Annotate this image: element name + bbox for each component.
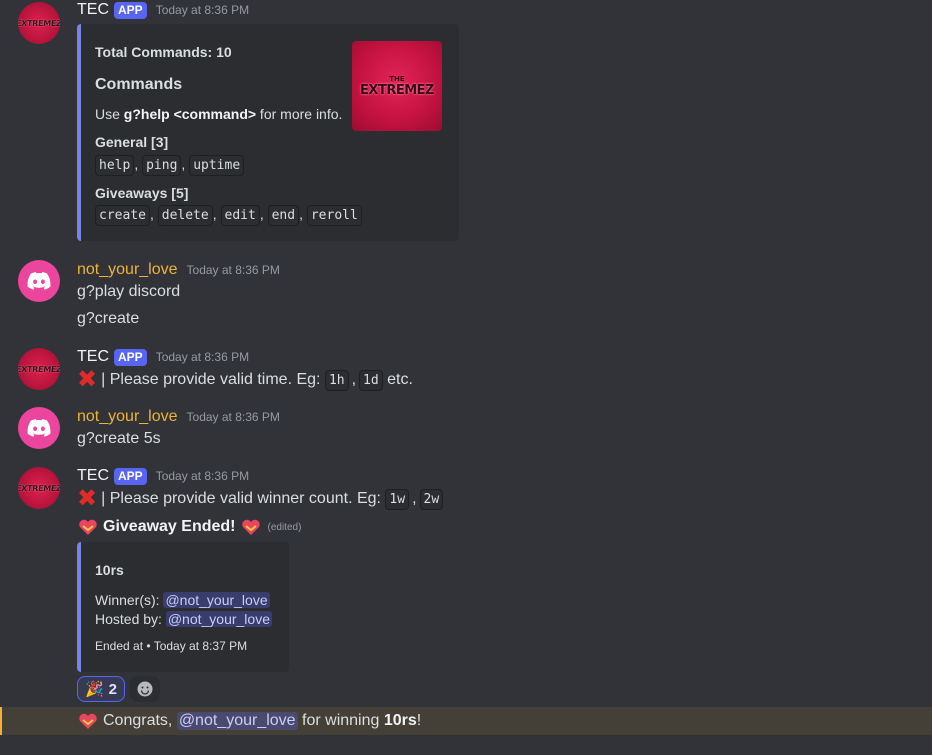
add-reaction-button[interactable] <box>130 676 160 702</box>
app-badge: APP <box>114 467 147 485</box>
cmd-code: delete <box>157 205 213 226</box>
congrats-end: ! <box>416 712 422 729</box>
user-avatar[interactable] <box>18 260 60 302</box>
winner-mention[interactable]: @not_your_love <box>163 592 270 608</box>
tail-text: etc. <box>382 371 413 388</box>
message-tec-giveaway: EXTREMEZ TEC APP Today at 8:36 PM ✖ | Pl… <box>0 465 932 735</box>
general-title: General [3] <box>95 134 169 150</box>
discord-logo-icon <box>27 272 51 290</box>
help-embed: Total Commands: 10 Commands Use g?help <… <box>77 24 459 241</box>
message-user-1: not_your_love Today at 8:36 PM g?play di… <box>0 255 932 335</box>
prize: 10rs <box>95 562 124 578</box>
message-tec-help: EXTREMEZ TEC APP Today at 8:36 PM Total … <box>0 0 932 245</box>
giveaway-commands: create, delete, edit, end, reroll <box>95 205 362 226</box>
hosted-line: Hosted by: @not_your_love <box>95 611 272 627</box>
message-header: not_your_love Today at 8:36 PM <box>77 407 280 427</box>
bot-avatar[interactable]: EXTREMEZ <box>18 467 60 509</box>
congrats-mention[interactable]: @not_your_love <box>176 712 298 730</box>
total-commands: Total Commands: 10 <box>95 44 232 60</box>
embed-footer: Ended at • Today at 8:37 PM <box>95 639 248 653</box>
cmd-code: create <box>95 205 150 226</box>
giveaway-ended-line: Giveaway Ended! (edited) <box>77 517 301 537</box>
help-command: g?help <command> <box>123 106 257 122</box>
party-popper-icon: 🎉 <box>84 681 104 698</box>
error-text: | Please provide valid winner count. Eg: <box>101 490 386 507</box>
heart-with-ribbon-icon <box>240 517 262 537</box>
cmd-code: ping <box>142 155 182 176</box>
heart-with-ribbon-icon <box>77 711 99 731</box>
giveaway-embed: 10rs Winner(s): @not_your_love Hosted by… <box>77 542 289 672</box>
embed-title: Commands <box>95 76 183 93</box>
cmd-code: reroll <box>306 205 362 226</box>
cmd-code: edit <box>220 205 260 226</box>
bot-avatar[interactable]: EXTREMEZ <box>18 348 60 390</box>
heart-with-ribbon-icon <box>77 517 99 537</box>
example-code: 1h <box>324 369 349 391</box>
thumb-line-2: EXTREMEZ <box>360 82 434 98</box>
timestamp: Today at 8:36 PM <box>155 3 250 17</box>
username[interactable]: not_your_love <box>77 408 178 426</box>
separator: , <box>412 490 417 507</box>
extremez-logo: EXTREMEZ <box>18 364 60 374</box>
message-header: TEC APP Today at 8:36 PM <box>77 347 249 367</box>
winners-line: Winner(s): @not_your_love <box>95 592 270 608</box>
smile-icon <box>137 681 153 697</box>
username[interactable]: TEC <box>77 348 109 366</box>
thumb-line-1: THE <box>389 74 405 83</box>
timestamp: Today at 8:36 PM <box>186 263 280 277</box>
edited-label: (edited) <box>267 521 302 533</box>
user-avatar[interactable] <box>18 407 60 449</box>
winners-label: Winner(s): <box>95 592 164 608</box>
username[interactable]: TEC <box>77 467 109 485</box>
use-pre: Use <box>95 106 124 122</box>
timestamp: Today at 8:36 PM <box>155 469 250 483</box>
example-code: 1w <box>385 488 410 510</box>
congrats-line: Congrats, @not_your_love for winning 10r… <box>77 709 421 733</box>
cmd-code: help <box>95 155 135 176</box>
embed-description: Use g?help <command> for more info. <box>95 106 342 122</box>
reaction-party[interactable]: 🎉 2 <box>77 676 125 702</box>
message-tec-error-time: EXTREMEZ TEC APP Today at 8:36 PM ✖ | Pl… <box>0 345 932 395</box>
message-text: g?create <box>77 310 140 327</box>
message-header: TEC APP Today at 8:36 PM <box>77 0 249 20</box>
cmd-code: uptime <box>189 155 245 176</box>
cross-mark-icon: ✖ <box>77 366 98 393</box>
message-text: ✖ | Please provide valid time. Eg: 1h , … <box>77 368 413 392</box>
timestamp: Today at 8:36 PM <box>186 410 280 424</box>
congrats-mid: for winning <box>297 712 384 729</box>
extremez-logo: EXTREMEZ <box>18 18 60 28</box>
extremez-logo: EXTREMEZ <box>18 483 60 493</box>
reaction-count: 2 <box>108 680 118 698</box>
giveaway-ended-title: Giveaway Ended! <box>103 518 236 535</box>
username[interactable]: TEC <box>77 1 109 19</box>
error-text: | Please provide valid time. Eg: <box>101 371 325 388</box>
example-code: 2w <box>419 488 444 510</box>
separator: , <box>351 371 357 388</box>
general-commands: help, ping, uptime <box>95 155 245 176</box>
host-mention[interactable]: @not_your_love <box>165 611 272 627</box>
app-badge: APP <box>114 1 147 19</box>
message-text: g?play discord <box>77 283 181 300</box>
message-text: ✖ | Please provide valid winner count. E… <box>77 485 444 512</box>
congrats-prize: 10rs <box>383 712 417 729</box>
example-code: 1d <box>359 369 383 391</box>
message-user-2: not_your_love Today at 8:36 PM g?create … <box>0 405 932 455</box>
bot-avatar[interactable]: EXTREMEZ <box>18 2 60 44</box>
cmd-code: end <box>267 205 300 226</box>
message-header: not_your_love Today at 8:36 PM <box>77 260 280 280</box>
app-badge: APP <box>114 348 147 366</box>
embed-thumbnail[interactable]: THE EXTREMEZ <box>352 41 442 131</box>
giveaways-title: Giveaways [5] <box>95 185 189 201</box>
message-text: g?create 5s <box>77 430 161 447</box>
username[interactable]: not_your_love <box>77 261 178 279</box>
message-header: TEC APP Today at 8:36 PM <box>77 466 249 486</box>
timestamp: Today at 8:36 PM <box>155 350 250 364</box>
discord-logo-icon <box>27 419 51 437</box>
congrats-pre: Congrats, <box>103 712 177 729</box>
hosted-label: Hosted by: <box>95 611 166 627</box>
use-post: for more info. <box>256 106 343 122</box>
cross-mark-icon: ✖ <box>77 485 98 512</box>
